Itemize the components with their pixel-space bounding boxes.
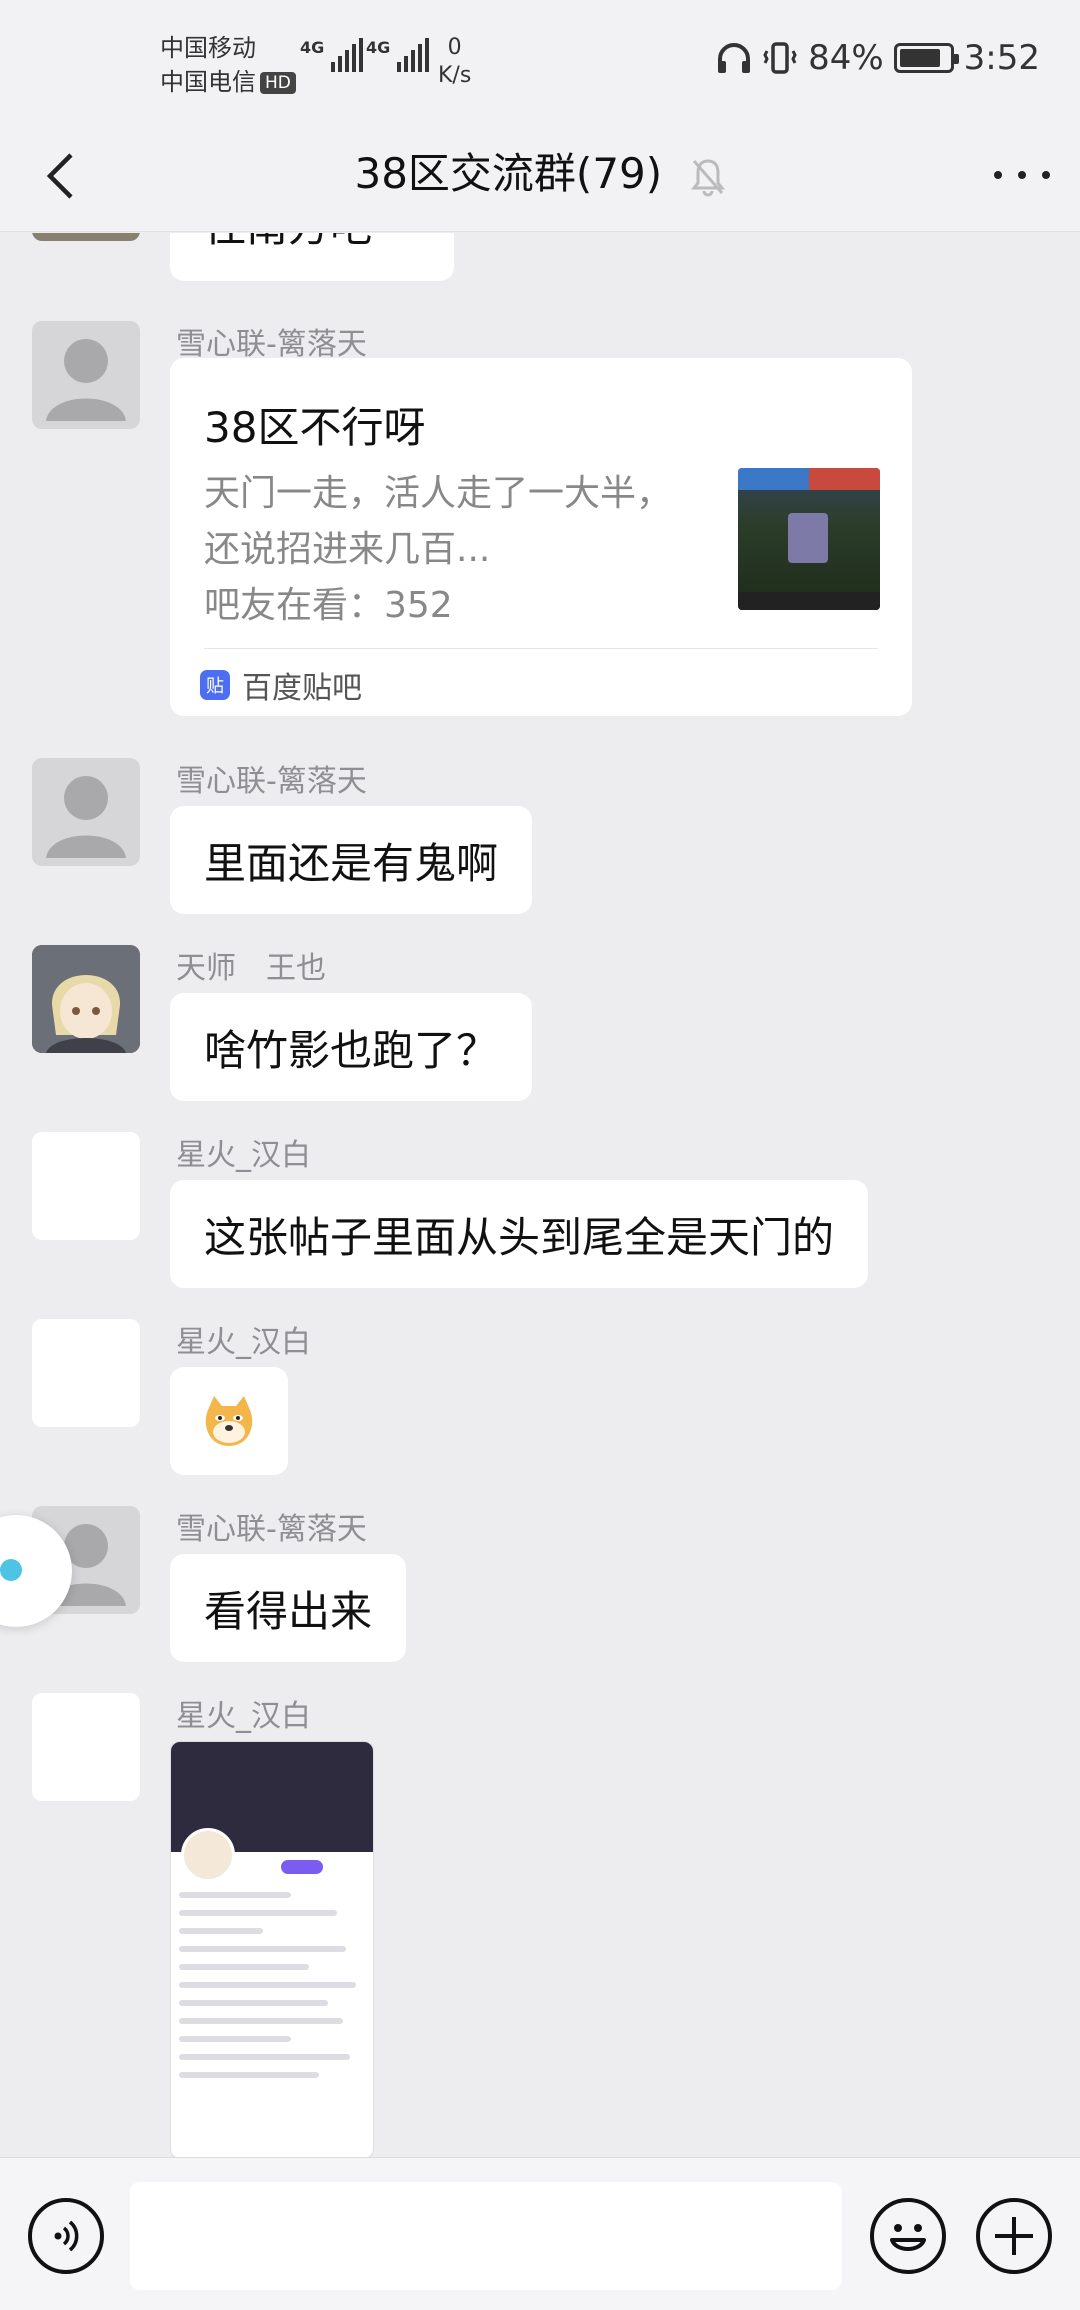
plus-button[interactable] xyxy=(976,2198,1052,2274)
floating-ball-icon xyxy=(0,1559,22,1581)
image-content-lines xyxy=(179,1892,365,2090)
headphones-icon xyxy=(718,43,751,73)
voice-button[interactable] xyxy=(28,2198,104,2274)
message-bubble[interactable]: 往南方吧 xyxy=(170,233,455,281)
battery-fill xyxy=(899,49,940,67)
voice-icon xyxy=(54,2220,79,2252)
avatar[interactable] xyxy=(32,321,140,429)
doge-emoji-icon xyxy=(205,1396,253,1446)
card-description: 天门一走，活人走了一大半，还说招进来几百... xyxy=(204,473,673,570)
message-text: 往南方吧 xyxy=(204,233,372,254)
avatar[interactable] xyxy=(32,1132,140,1240)
carrier-2: 中国电信 HD xyxy=(160,62,296,97)
default-avatar-icon xyxy=(46,339,126,421)
image-avatar xyxy=(181,1828,235,1882)
image-follow-button xyxy=(281,1860,323,1874)
smile-icon xyxy=(890,2224,926,2251)
sender-name: 雪心联-篱落天 xyxy=(176,764,367,799)
signal-2-tag: 4G xyxy=(366,38,391,57)
link-card[interactable]: 38区不行呀 天门一走，活人走了一大半，还说招进来几百... 吧友在看：352 … xyxy=(170,358,912,716)
hd-badge: HD xyxy=(260,72,296,94)
tieba-logo-icon: 贴 xyxy=(200,670,230,700)
net-speed-value: 0 xyxy=(447,35,462,60)
message-bubble[interactable]: 看得出来 xyxy=(170,1554,407,1662)
anime-avatar-icon xyxy=(32,945,140,1053)
signal-1-tag: 4G xyxy=(300,38,325,57)
sender-name: 雪心联-篱落天 xyxy=(176,1512,367,1547)
net-speed-unit: K/s xyxy=(438,63,472,88)
battery-icon xyxy=(893,43,959,73)
message-text: 里面还是有鬼啊 xyxy=(204,838,499,888)
bell-off-icon xyxy=(690,158,725,196)
carrier-1: 中国移动 xyxy=(160,34,256,62)
message-input[interactable] xyxy=(130,2182,842,2290)
message-text: 这张帖子里面从头到尾全是天门的 xyxy=(204,1212,835,1262)
message-bubble[interactable]: 啥竹影也跑了？ xyxy=(170,993,533,1101)
avatar[interactable] xyxy=(32,1319,140,1427)
vibrate-icon xyxy=(763,42,797,74)
emoji-button[interactable] xyxy=(870,2198,946,2274)
sender-name: 雪心联-篱落天 xyxy=(176,327,367,362)
avatar[interactable] xyxy=(32,233,140,241)
battery-percent: 84% xyxy=(808,38,884,78)
card-views: 吧友在看：352 xyxy=(204,585,453,626)
message-bubble[interactable]: 里面还是有鬼啊 xyxy=(170,806,533,914)
more-dot xyxy=(994,171,1002,179)
avatar[interactable] xyxy=(32,1693,140,1801)
card-thumbnail xyxy=(738,468,880,610)
card-source-label: 百度贴吧 xyxy=(242,671,362,706)
nav-bar: 38区交流群(79) xyxy=(0,120,1080,232)
more-dot xyxy=(1042,171,1050,179)
clock: 3:52 xyxy=(963,38,1040,78)
more-dot xyxy=(1018,171,1026,179)
message-bubble[interactable] xyxy=(170,1367,288,1475)
signal-icon: 4G xyxy=(300,38,364,72)
default-avatar-icon xyxy=(46,776,126,858)
card-source: 贴 百度贴吧 xyxy=(200,663,362,707)
message-text: 看得出来 xyxy=(204,1586,373,1636)
chat-area[interactable]: 往南方吧 雪心联-篱落天 38区不行呀 天门一走，活人走了一大半，还说招进来几百… xyxy=(0,233,1080,2157)
avatar[interactable] xyxy=(32,945,140,1053)
sender-name: 星火_汉白 xyxy=(176,1325,311,1360)
message-bubble[interactable]: 这张帖子里面从头到尾全是天门的 xyxy=(170,1180,869,1288)
message-text: 啥竹影也跑了？ xyxy=(204,1025,499,1075)
image-message[interactable] xyxy=(170,1741,374,2157)
carrier-2-label: 中国电信 xyxy=(160,68,256,96)
signal-icon-2: 4G xyxy=(366,38,430,72)
card-title: 38区不行呀 xyxy=(204,403,426,452)
status-bar: 中国移动 中国电信 HD 4G 4G 0 K/s 84% 3:52 xyxy=(0,0,1080,120)
sender-name: 星火_汉白 xyxy=(176,1699,311,1734)
card-divider xyxy=(204,648,878,649)
status-right: 84% 3:52 xyxy=(716,38,1040,78)
sender-name: 星火_汉白 xyxy=(176,1138,311,1173)
more-button[interactable] xyxy=(994,160,1050,190)
avatar[interactable] xyxy=(32,758,140,866)
chat-title-text: 38区交流群(79) xyxy=(354,149,663,198)
net-speed: 0 K/s xyxy=(438,34,471,90)
sender-name: 天师 王也 xyxy=(176,951,326,986)
input-bar xyxy=(0,2157,1080,2310)
chat-title[interactable]: 38区交流群(79) xyxy=(0,140,1080,201)
